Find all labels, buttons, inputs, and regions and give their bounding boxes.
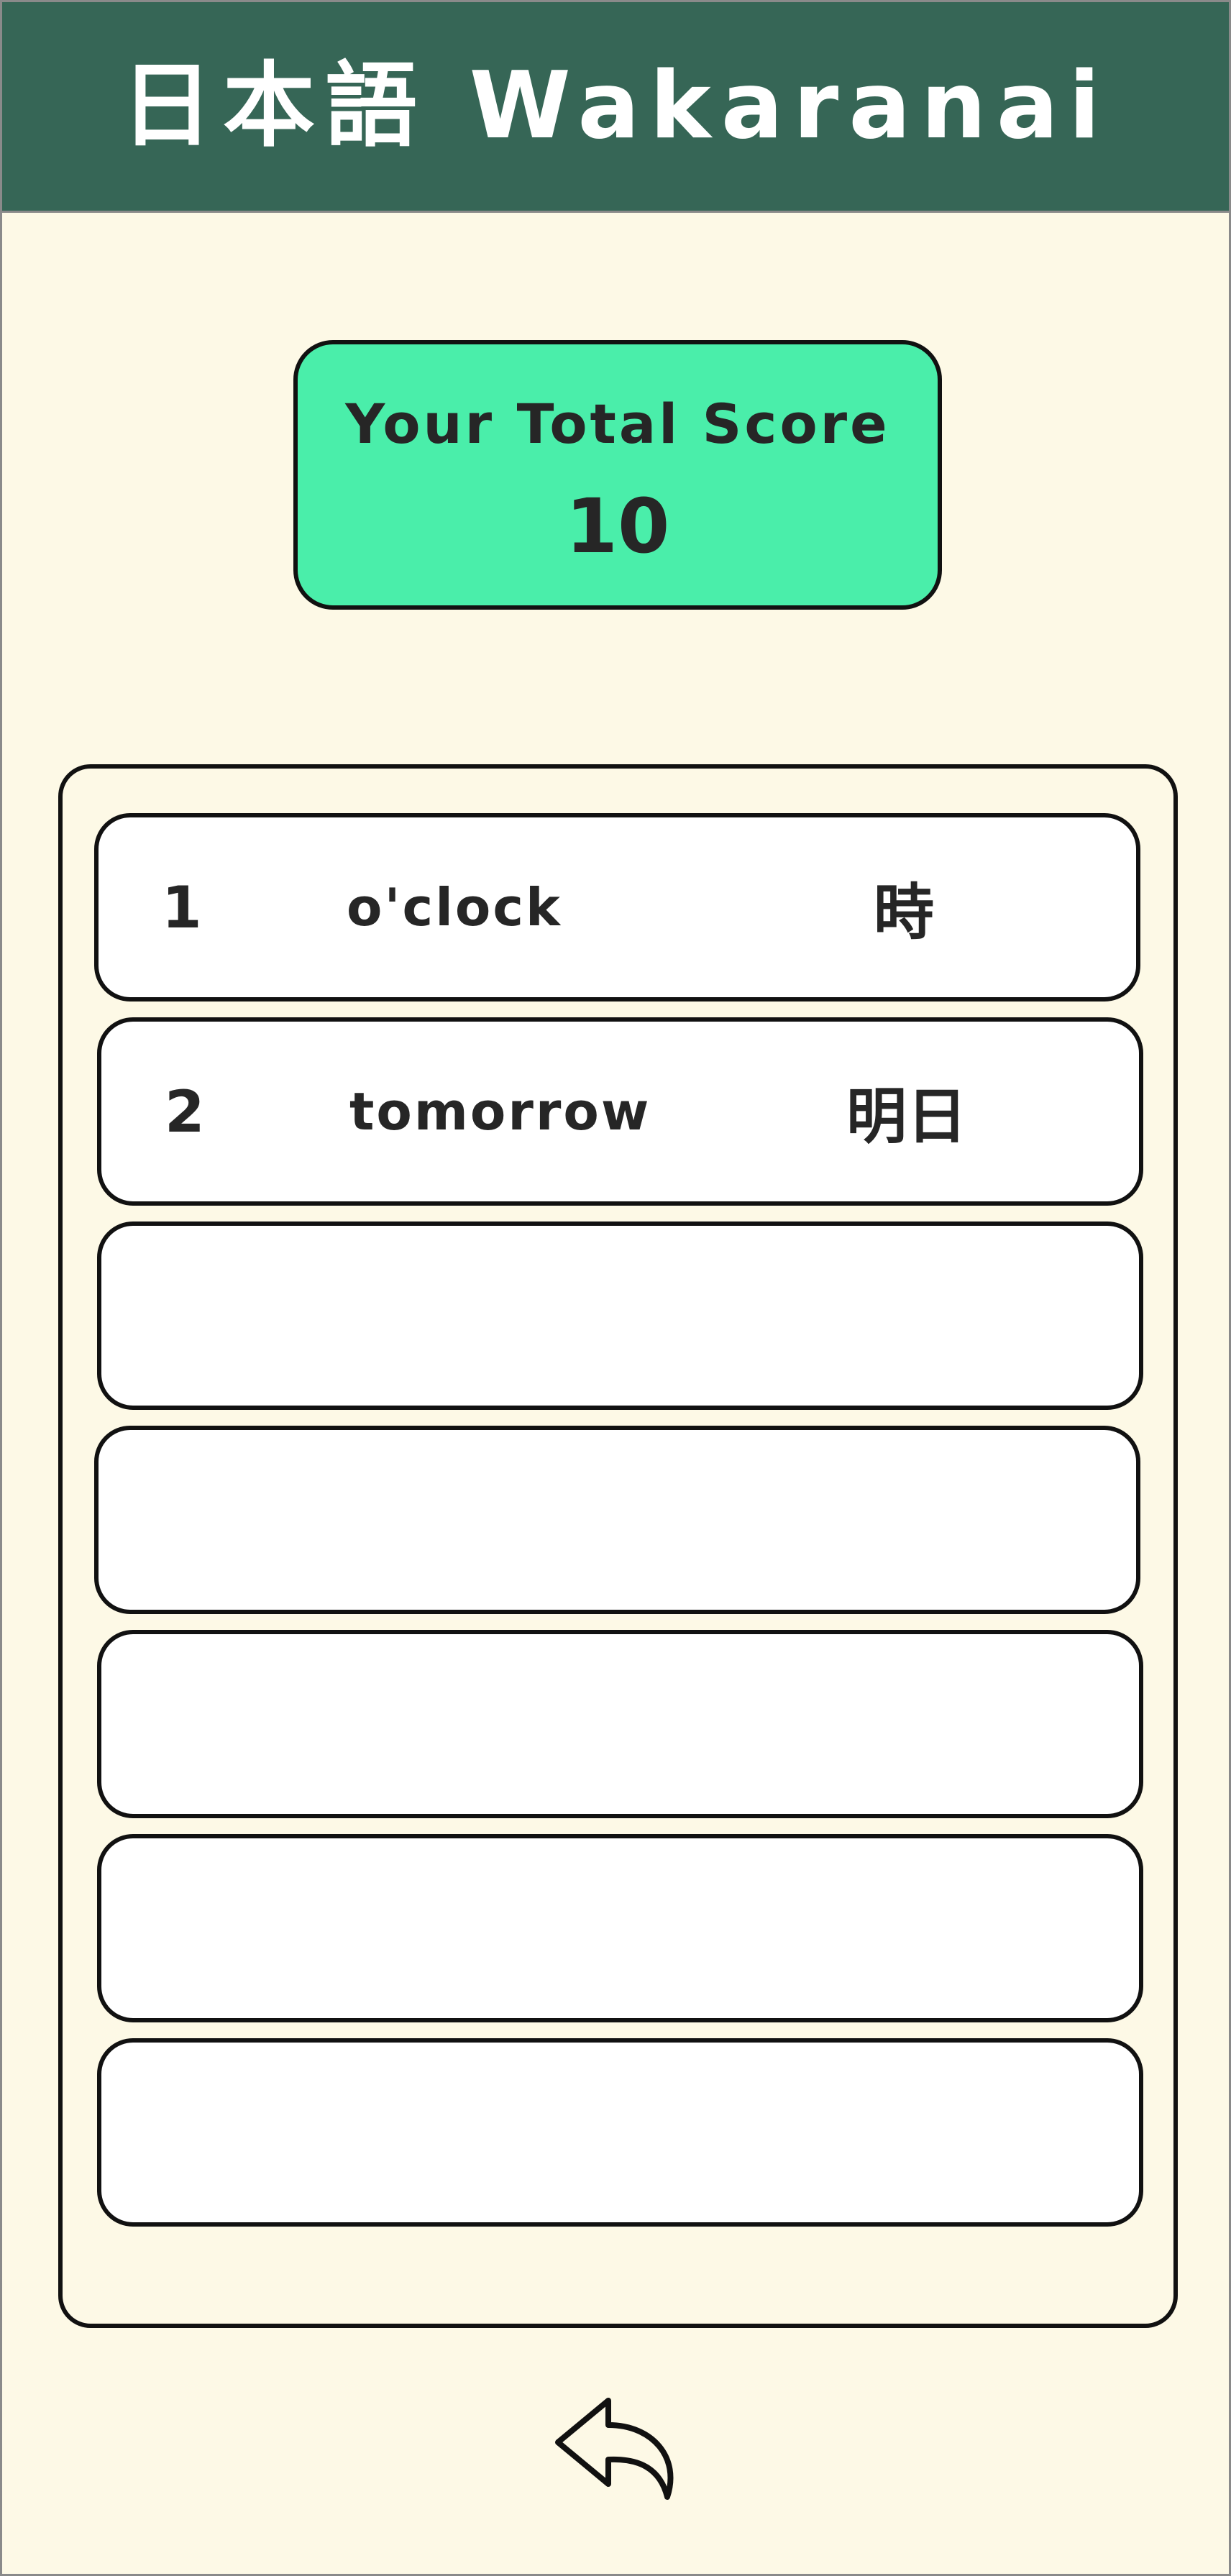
score-card: Your Total Score 10: [293, 340, 942, 610]
word-row[interactable]: [94, 1426, 1140, 1614]
word-row-english: tomorrow: [349, 1081, 651, 1142]
word-row-english: o'clock: [347, 877, 562, 938]
word-list-panel: 1 o'clock 時 2 tomorrow 明日: [58, 764, 1178, 2328]
word-row[interactable]: 1 o'clock 時: [94, 813, 1140, 1001]
word-row-japanese: [820, 1838, 993, 2018]
back-arrow-icon: [555, 2398, 674, 2500]
word-row-japanese: 明日: [846, 1081, 967, 1152]
word-row-number: 1: [162, 874, 202, 941]
app-header: 日本語 Wakaranai: [2, 2, 1229, 213]
score-label: Your Total Score: [345, 392, 890, 456]
score-value: 10: [565, 482, 670, 570]
word-row[interactable]: [97, 1834, 1143, 2022]
word-row-japanese: [820, 2043, 993, 2222]
word-row-japanese: [820, 1226, 993, 1406]
word-row[interactable]: [97, 1630, 1143, 1818]
word-row-number: 2: [165, 1078, 205, 1145]
word-row[interactable]: [97, 2038, 1143, 2227]
word-row-japanese: [818, 1430, 990, 1610]
app-title: 日本語 Wakaranai: [121, 52, 1110, 160]
back-button[interactable]: [552, 2389, 685, 2504]
word-row[interactable]: [97, 1221, 1143, 1410]
word-row-japanese: [820, 1634, 993, 1814]
word-row[interactable]: 2 tomorrow 明日: [97, 1017, 1143, 1206]
word-row-japanese: 時: [873, 876, 934, 948]
